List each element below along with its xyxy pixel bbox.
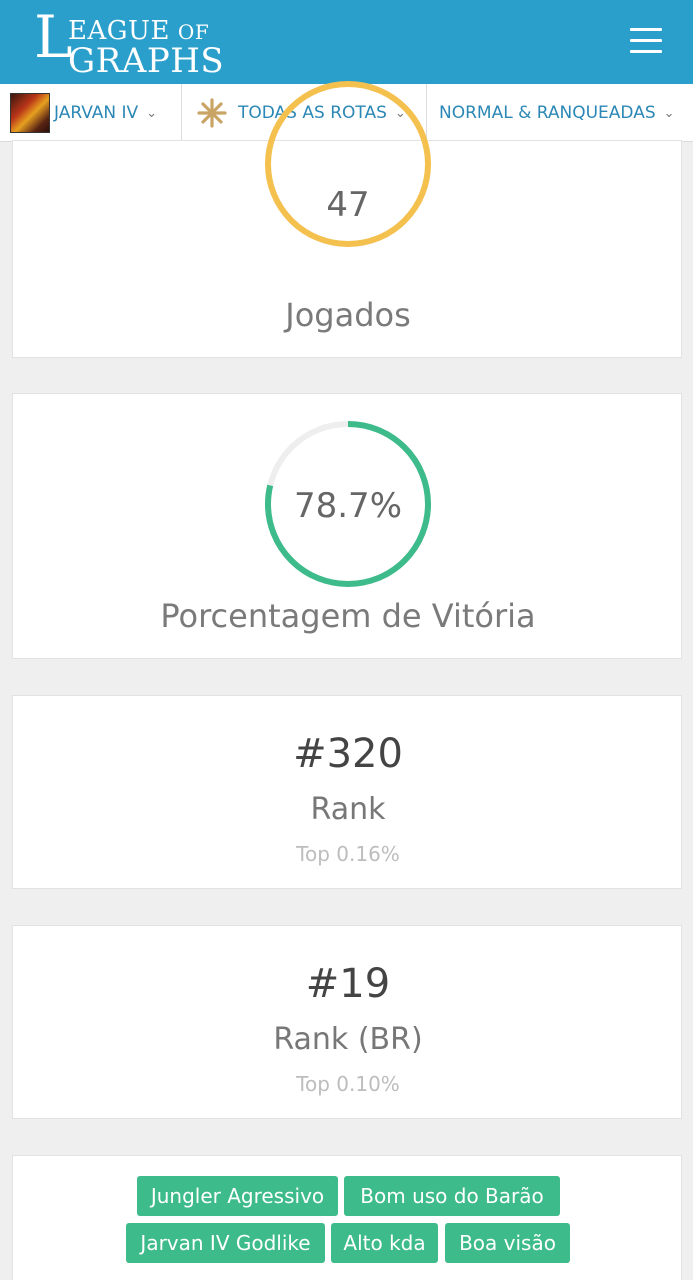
queue-filter-label: NORMAL & RANQUEADAS <box>439 103 656 123</box>
winrate-value: 78.7% <box>293 486 402 526</box>
menu-bar-bottom <box>630 50 662 53</box>
champion-filter[interactable]: JARVAN IV ⌄ <box>10 84 157 142</box>
tag-badge[interactable]: Alto kda <box>331 1223 438 1263</box>
rank-br-label: Rank (BR) <box>273 1022 423 1057</box>
champion-filter-label: JARVAN IV <box>54 103 139 123</box>
rank-top-percent: Top 0.16% <box>296 842 400 866</box>
champion-avatar <box>10 93 50 133</box>
chevron-down-icon: ⌄ <box>663 105 675 121</box>
queue-filter[interactable]: NORMAL & RANQUEADAS ⌄ <box>439 84 675 142</box>
rank-value: #320 <box>293 731 403 777</box>
tags-card: Jungler Agressivo Bom uso do Barão Jarva… <box>12 1155 682 1280</box>
top-header: L EAGUE OF GRAPHS <box>0 0 693 84</box>
rank-br-card: #19 Rank (BR) Top 0.10% <box>12 925 682 1119</box>
logo-line-2: GRAPHS <box>68 41 225 81</box>
played-value: 47 <box>326 185 370 225</box>
all-roles-star-icon <box>197 98 227 128</box>
menu-bar-top <box>630 28 662 31</box>
winrate-card: 78.7% Porcentagem de Vitória <box>12 393 682 659</box>
hamburger-icon[interactable] <box>630 26 664 56</box>
played-card: 47 Jogados <box>12 81 682 358</box>
tag-badge[interactable]: Jungler Agressivo <box>137 1176 338 1216</box>
rank-br-value: #19 <box>305 961 391 1007</box>
rank-br-top-percent: Top 0.10% <box>296 1072 400 1096</box>
logo-letter-l: L <box>34 3 73 71</box>
tag-badge[interactable]: Bom uso do Barão <box>344 1176 560 1216</box>
filter-divider <box>181 84 182 142</box>
chevron-down-icon: ⌄ <box>146 105 158 121</box>
league-of-graphs-logo[interactable]: L EAGUE OF GRAPHS <box>34 8 234 81</box>
winrate-label: Porcentagem de Vitória <box>160 597 536 635</box>
tag-badge[interactable]: Jarvan IV Godlike <box>126 1223 325 1263</box>
rank-card: #320 Rank Top 0.16% <box>12 695 682 889</box>
rank-label: Rank <box>310 792 386 827</box>
menu-bar-middle <box>630 39 662 42</box>
played-label: Jogados <box>285 296 411 334</box>
tag-badge[interactable]: Boa visão <box>445 1223 570 1263</box>
